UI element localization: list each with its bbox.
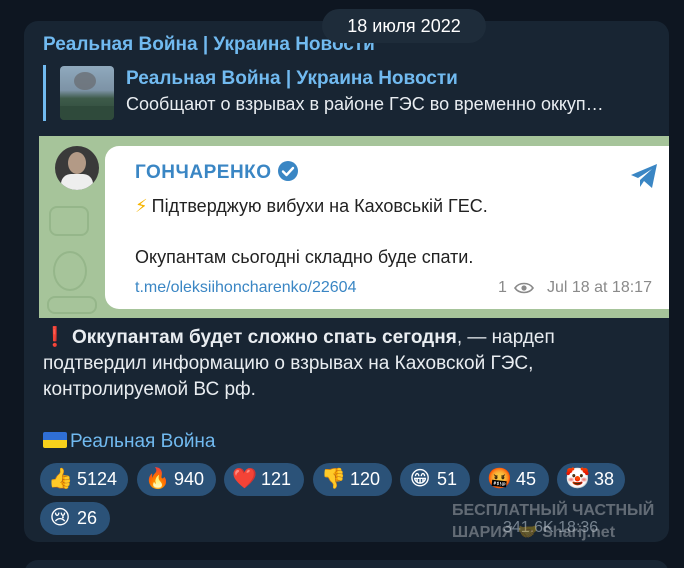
card-line-1-text: Підтверджую вибухи на Каховській ГЕС.: [151, 196, 488, 216]
reaction-fire[interactable]: 🔥 940: [137, 463, 216, 496]
verified-icon: [278, 161, 298, 181]
telegram-logo-icon: [631, 164, 657, 188]
reaction-count: 120: [350, 469, 381, 489]
reaction-count: 38: [594, 469, 615, 489]
reaction-count: 940: [174, 469, 205, 489]
card-views: 1: [498, 279, 507, 296]
watermark-line-1: БЕСПЛАТНЫЙ ЧАСТНЫЙ: [452, 502, 655, 519]
reply-quote[interactable]: Реальная Война | Украина Новости Сообщаю…: [43, 65, 653, 121]
ukraine-flag-icon: [43, 432, 67, 448]
post-card: ГОНЧАРЕНКО ⚡ Підтверджую вибухи на Каховс…: [105, 146, 669, 309]
reply-text: Сообщают о взрывах в районе ГЭС во време…: [126, 94, 604, 114]
reaction-thumbs-down[interactable]: 👎 120: [313, 463, 392, 496]
card-line-2: Окупантам сьогодні складно буде спати.: [135, 247, 474, 267]
watermark: БЕСПЛАТНЫЙ ЧАСТНЫЙ ШАРИЯ 🤝 Sharij.net: [452, 500, 672, 560]
message-bubble: Реальная Война | Украина Новости Реальна…: [24, 21, 669, 542]
avatar: [55, 146, 99, 190]
channel-signature-link[interactable]: Реальная Война: [43, 431, 216, 453]
thumbs-up-icon: 👍: [48, 468, 73, 490]
reaction-swearing[interactable]: 🤬 45: [479, 463, 549, 496]
heart-icon: ❤️: [232, 468, 257, 490]
reply-title: Реальная Война | Украина Новости: [126, 68, 458, 89]
card-time: Jul 18 at 18:17: [547, 279, 652, 296]
watermark-line-2: ШАРИЯ 🤝 Sharij.net: [452, 524, 616, 541]
reaction-thumbs-up[interactable]: 👍 5124: [40, 463, 128, 496]
next-message-bubble: [24, 560, 669, 568]
thumbs-down-icon: 👎: [321, 468, 346, 490]
card-author: ГОНЧАРЕНКО: [135, 162, 272, 183]
reaction-count: 51: [437, 469, 458, 489]
card-link: t.me/oleksiihoncharenko/22604: [135, 279, 357, 296]
reaction-heart[interactable]: ❤️ 121: [224, 463, 304, 496]
card-line-1: ⚡ Підтверджую вибухи на Каховській ГЕС.: [135, 196, 488, 217]
reaction-grin[interactable]: 😁 51: [400, 463, 470, 496]
swearing-face-icon: 🤬: [487, 468, 512, 490]
reaction-count: 45: [516, 469, 537, 489]
signature-text: Реальная Война: [70, 431, 216, 452]
message-bold: Оккупантам будет сложно спать сегодня: [71, 327, 457, 348]
lightning-icon: ⚡: [135, 196, 148, 216]
reply-thumbnail: [60, 66, 114, 120]
crying-face-icon: 😢: [49, 507, 71, 529]
eye-icon: [514, 282, 534, 294]
clown-icon: 🤡: [565, 468, 590, 490]
reaction-clown[interactable]: 🤡 38: [557, 463, 625, 496]
reaction-crying[interactable]: 😢 26: [40, 502, 110, 535]
fire-icon: 🔥: [145, 468, 170, 490]
reaction-count: 5124: [77, 469, 118, 489]
message-text: ❗ Оккупантам будет сложно спать сегодня,…: [43, 325, 643, 403]
screenshot-image[interactable]: ГОНЧАРЕНКО ⚡ Підтверджую вибухи на Каховс…: [39, 136, 669, 318]
date-separator: 18 июля 2022: [322, 9, 486, 43]
channel-name[interactable]: Реальная Война | Украина Новости: [43, 34, 375, 56]
reaction-count: 26: [77, 508, 98, 528]
reaction-count: 121: [261, 469, 292, 489]
exclamation-icon: ❗: [43, 327, 67, 348]
grin-icon: 😁: [409, 468, 431, 490]
